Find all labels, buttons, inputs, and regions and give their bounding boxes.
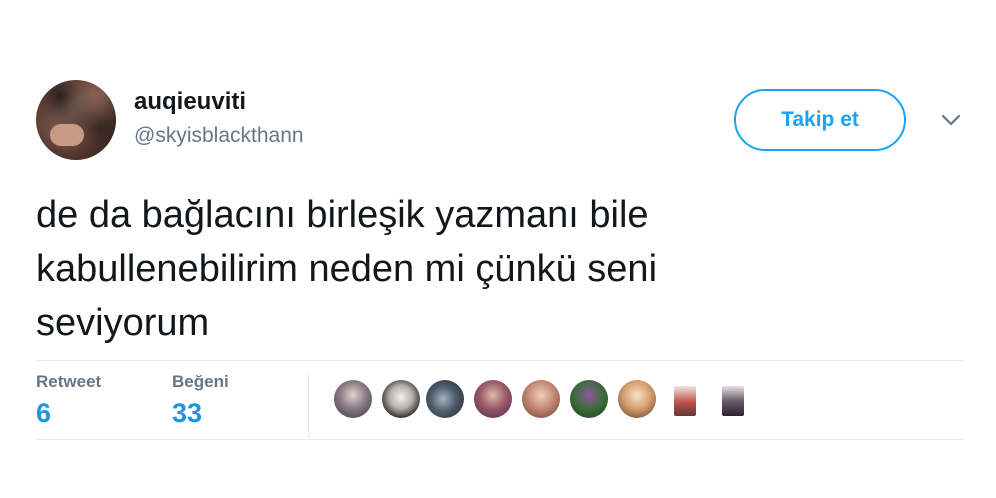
liker-avatar[interactable] — [382, 380, 420, 418]
tweet-card: auqieuviti @skyisblackthann Takip et de … — [0, 0, 996, 498]
avatar[interactable] — [36, 80, 116, 160]
tweet-text-line: seviyorum — [36, 302, 210, 344]
tweet-text: de da bağlacını birleşik yazmanı bile ka… — [36, 188, 936, 350]
liker-avatar[interactable] — [334, 380, 372, 418]
like-label: Beğeni — [172, 372, 229, 391]
liker-avatar[interactable] — [522, 380, 560, 418]
liker-avatar[interactable] — [674, 386, 696, 416]
retweet-stat[interactable]: Retweet 6 — [36, 372, 101, 429]
follow-button[interactable]: Takip et — [734, 89, 906, 151]
retweet-count: 6 — [36, 398, 52, 428]
avatar-hand-shade — [50, 124, 84, 146]
divider-bottom — [36, 439, 964, 440]
stats-separator — [308, 372, 309, 438]
liker-avatar[interactable] — [618, 380, 656, 418]
retweet-label: Retweet — [36, 372, 102, 391]
tweet-text-line: de da bağlacını birleşik yazmanı bile — [36, 194, 649, 236]
liker-avatar[interactable] — [570, 380, 608, 418]
like-count: 33 — [172, 398, 203, 428]
liker-avatar[interactable] — [426, 380, 464, 418]
user-handle[interactable]: @skyisblackthann — [134, 124, 304, 148]
like-stat[interactable]: Beğeni 33 — [172, 372, 229, 429]
liker-avatar[interactable] — [474, 380, 512, 418]
divider-top — [36, 360, 964, 361]
chevron-down-icon[interactable] — [940, 112, 962, 128]
liker-avatar[interactable] — [722, 386, 744, 416]
tweet-text-line: kabullenebilirim neden mi çünkü seni — [36, 248, 658, 290]
avatar-hair-shade — [36, 80, 116, 160]
display-name[interactable]: auqieuviti — [134, 88, 246, 116]
